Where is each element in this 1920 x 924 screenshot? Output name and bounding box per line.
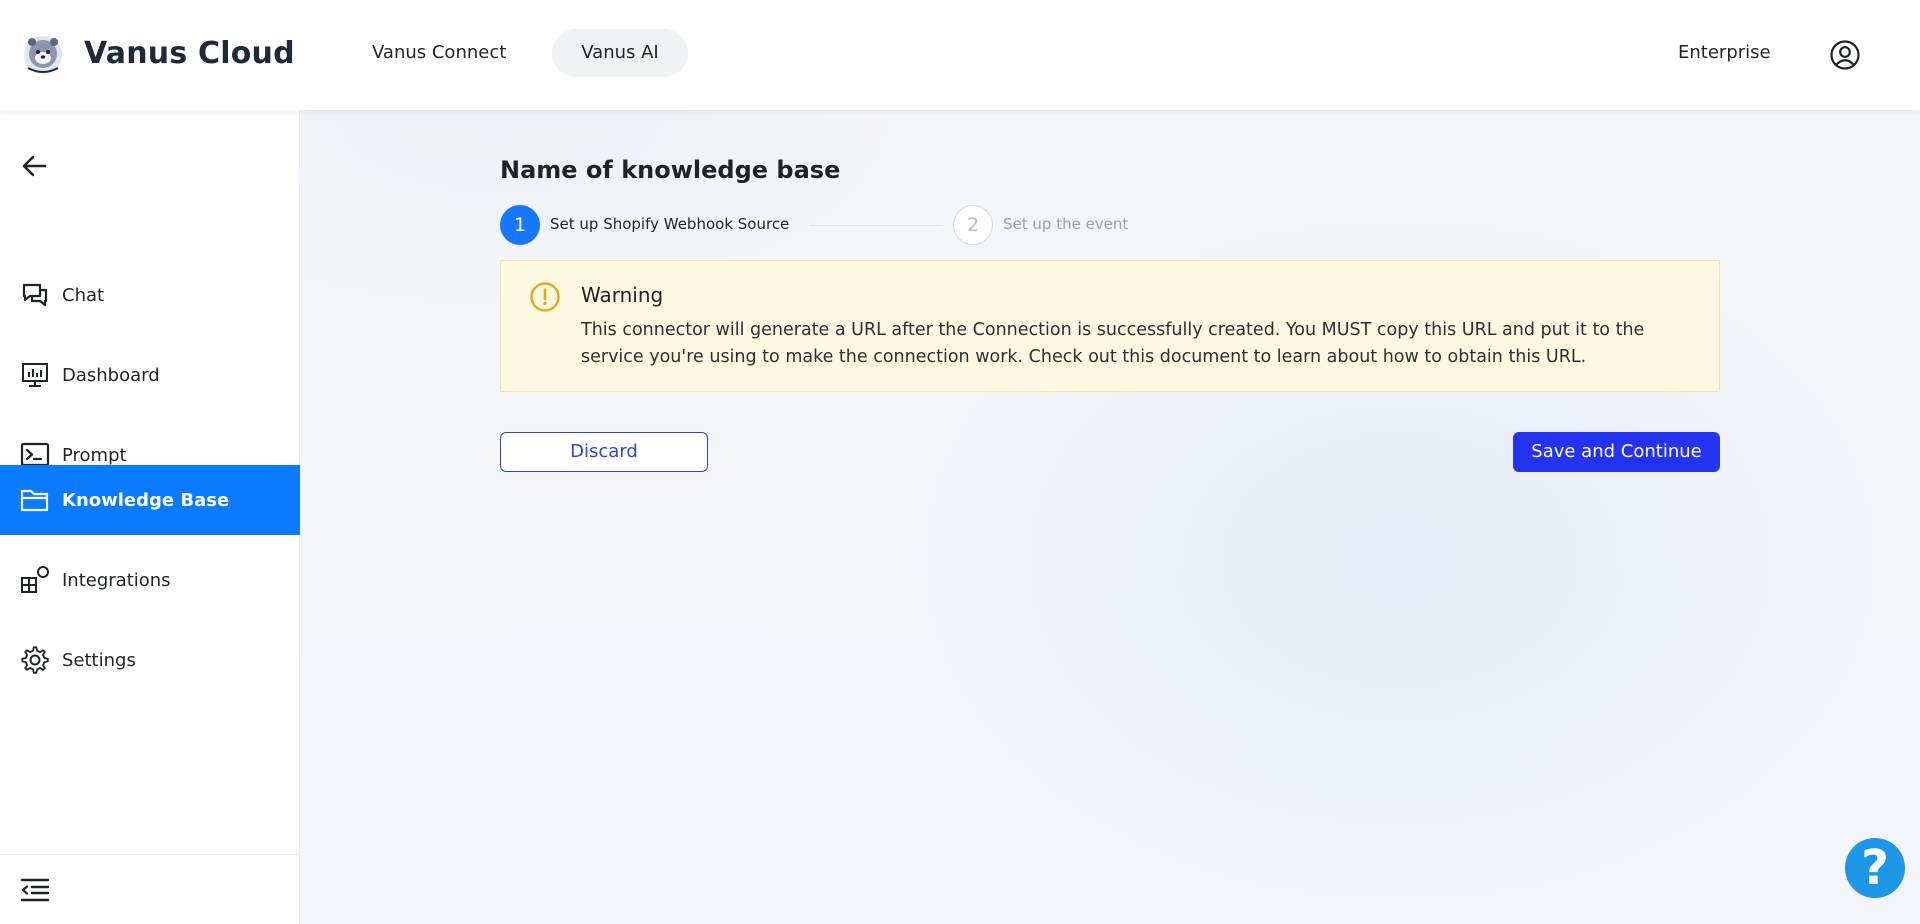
tab-vanus-connect[interactable]: Vanus Connect <box>342 29 536 77</box>
sidebar: Chat Dashboard Prompt Knowledge Base Int… <box>0 110 300 924</box>
sidebar-item-dashboard[interactable]: Dashboard <box>0 340 300 410</box>
dashboard-icon <box>20 360 50 390</box>
step-connector <box>810 225 943 226</box>
folder-icon <box>20 485 50 515</box>
integrations-icon <box>20 565 50 595</box>
user-account-icon[interactable] <box>1829 39 1861 71</box>
step-1-number: 1 <box>500 205 540 245</box>
sidebar-item-label: Dashboard <box>62 364 160 386</box>
sidebar-item-label: Integrations <box>62 569 171 591</box>
help-button[interactable]: ? <box>1845 838 1905 898</box>
back-arrow-icon[interactable] <box>20 152 48 180</box>
step-2-label: Set up the event <box>1003 215 1129 233</box>
otter-logo-icon <box>24 36 62 74</box>
collapse-sidebar-icon[interactable] <box>20 877 50 903</box>
sidebar-item-chat[interactable]: Chat <box>0 260 300 330</box>
sidebar-item-settings[interactable]: Settings <box>0 625 300 695</box>
brand-name: Vanus Cloud <box>84 35 295 71</box>
sidebar-item-label: Chat <box>62 284 105 306</box>
sidebar-item-label: Settings <box>62 649 136 671</box>
step-2-number: 2 <box>953 205 993 245</box>
step-1-label: Set up Shopify Webhook Source <box>550 215 790 233</box>
warning-text: This connector will generate a URL after… <box>581 320 1645 367</box>
tab-vanus-ai[interactable]: Vanus AI <box>552 29 688 77</box>
page-title: Name of knowledge base <box>500 156 841 184</box>
sidebar-item-integrations[interactable]: Integrations <box>0 545 300 615</box>
gear-icon <box>20 645 50 675</box>
save-and-continue-button[interactable]: Save and Continue <box>1513 432 1720 472</box>
chat-icon <box>20 280 50 310</box>
help-question-icon: ? <box>1861 840 1889 896</box>
warning-title: Warning <box>581 283 664 307</box>
sidebar-item-knowledge-base[interactable]: Knowledge Base <box>0 465 300 535</box>
warning-alert: Warning This connector will generate a U… <box>500 260 1720 392</box>
plan-label[interactable]: Enterprise <box>1678 42 1771 63</box>
stepper: 1 Set up Shopify Webhook Source 2 Set up… <box>500 205 1140 245</box>
discard-button[interactable]: Discard <box>500 432 708 472</box>
main-content: Name of knowledge base 1 Set up Shopify … <box>300 110 1920 924</box>
logo[interactable]: Vanus Cloud <box>20 30 295 76</box>
sidebar-item-label: Prompt <box>62 444 127 466</box>
sidebar-item-label: Knowledge Base <box>62 489 230 511</box>
top-header: Vanus Cloud Vanus Connect Vanus AI Enter… <box>0 0 1920 110</box>
warning-icon <box>530 282 560 312</box>
sidebar-footer <box>0 854 300 924</box>
